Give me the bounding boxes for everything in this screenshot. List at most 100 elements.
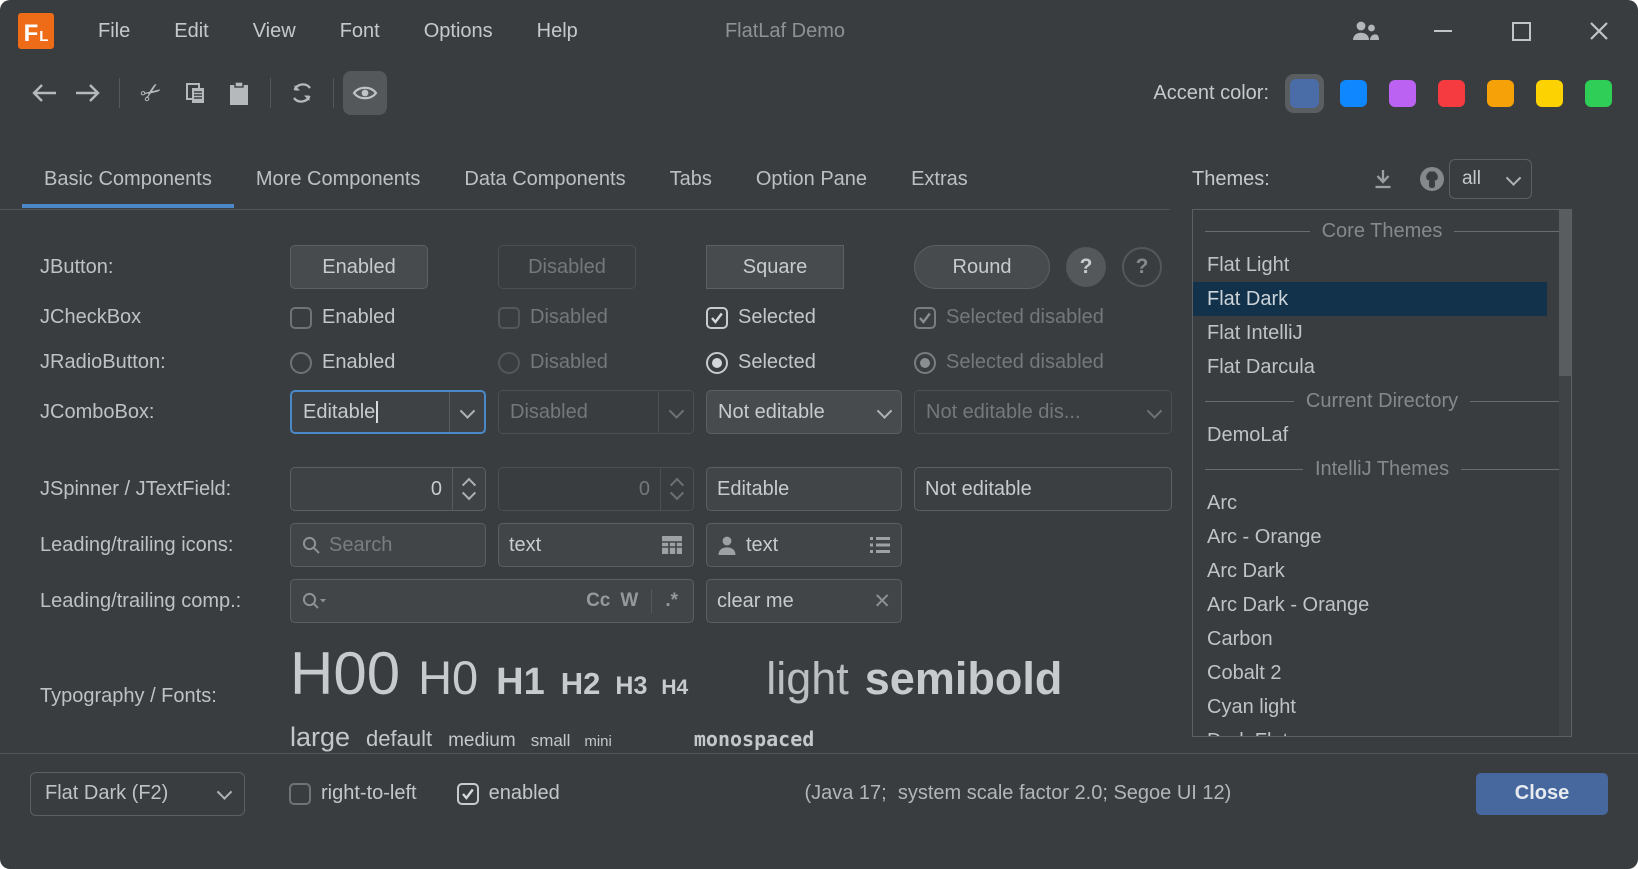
jradiobutton-label: JRadioButton: xyxy=(40,351,290,374)
combobox-arrow-button[interactable] xyxy=(867,391,901,433)
tab-data-components[interactable]: Data Components xyxy=(442,150,647,208)
accent-swatch-yellow[interactable] xyxy=(1536,80,1563,107)
radio-selected[interactable]: Selected xyxy=(706,351,902,374)
spinner[interactable]: 0 xyxy=(290,467,486,511)
accent-swatch-green[interactable] xyxy=(1585,80,1612,107)
download-themes-button[interactable] xyxy=(1366,159,1401,199)
show-hidden-toggle-button[interactable] xyxy=(343,71,387,115)
theme-item-arc-dark[interactable]: Arc Dark xyxy=(1193,554,1547,588)
theme-item-flat-dark[interactable]: Flat Dark xyxy=(1193,282,1547,316)
accent-swatch-color xyxy=(1438,80,1465,107)
tab-extras[interactable]: Extras xyxy=(889,150,990,208)
match-case-button[interactable]: Cc xyxy=(586,590,610,612)
themes-header: Themes: all xyxy=(1192,152,1572,206)
accent-swatch-red[interactable] xyxy=(1438,80,1465,107)
clear-icon[interactable]: ✕ xyxy=(873,589,891,614)
themes-label: Themes: xyxy=(1192,168,1270,191)
theme-item-cobalt-2[interactable]: Cobalt 2 xyxy=(1193,656,1547,690)
radio-enabled[interactable]: Enabled xyxy=(290,351,486,374)
menu-help[interactable]: Help xyxy=(515,0,600,62)
spinner-buttons[interactable] xyxy=(452,468,485,510)
back-button[interactable] xyxy=(22,71,66,115)
spinner-down-icon xyxy=(462,486,476,500)
enabled-button[interactable]: Enabled xyxy=(290,245,428,289)
jspinner-row: JSpinner / JTextField: 0 0 xyxy=(40,467,1190,511)
themes-filter-value: all xyxy=(1462,168,1481,190)
combobox-arrow-button xyxy=(1137,391,1171,433)
disabled-button: Disabled xyxy=(498,245,636,289)
round-button[interactable]: Round xyxy=(914,245,1050,289)
refresh-button[interactable] xyxy=(280,71,324,115)
themes-filter-combobox[interactable]: all xyxy=(1449,159,1532,199)
h4-sample: H4 xyxy=(661,676,688,700)
menu-file[interactable]: File xyxy=(76,0,152,62)
accent-swatch-blue[interactable] xyxy=(1340,80,1367,107)
whole-word-button[interactable]: W xyxy=(620,590,638,612)
search-icon xyxy=(301,535,321,555)
theme-item-dark-flat[interactable]: Dark Flat xyxy=(1193,724,1547,737)
theme-item-demolaf[interactable]: DemoLaf xyxy=(1193,418,1547,452)
theme-item-flat-intellij[interactable]: Flat IntelliJ xyxy=(1193,316,1547,350)
tab-option-pane[interactable]: Option Pane xyxy=(734,150,889,208)
radio-selected-disabled: Selected disabled xyxy=(914,351,1172,374)
right-to-left-checkbox[interactable]: right-to-left xyxy=(289,782,417,805)
close-button[interactable]: Close xyxy=(1476,773,1608,815)
regex-button[interactable]: .* xyxy=(665,590,678,612)
not-editable-combobox[interactable]: Not editable xyxy=(706,390,902,434)
look-and-feel-combobox[interactable]: Flat Dark (F2) xyxy=(30,772,245,816)
paste-button[interactable] xyxy=(217,71,261,115)
theme-item-arc-orange[interactable]: Arc - Orange xyxy=(1193,520,1547,554)
combobox-arrow-button[interactable] xyxy=(449,392,484,432)
accent-swatch-color xyxy=(1585,80,1612,107)
editable-textfield[interactable]: Editable xyxy=(706,467,902,511)
close-window-button[interactable] xyxy=(1560,0,1638,62)
title-bar: F L File Edit View Font Options Help Fla… xyxy=(0,0,1638,62)
checkbox-selected[interactable]: Selected xyxy=(706,306,902,329)
checkbox-enabled[interactable]: Enabled xyxy=(290,306,486,329)
accent-swatch-purple[interactable] xyxy=(1389,80,1416,107)
typography-label: Typography / Fonts: xyxy=(40,685,290,708)
accent-swatch-orange[interactable] xyxy=(1487,80,1514,107)
square-button[interactable]: Square xyxy=(706,245,844,289)
themes-scrollbar-thumb[interactable] xyxy=(1559,210,1571,376)
search-with-options-field[interactable]: Cc W .* xyxy=(290,579,694,623)
search-field[interactable] xyxy=(290,523,486,567)
accent-swatch-default[interactable] xyxy=(1285,74,1324,113)
search-input[interactable] xyxy=(329,534,475,557)
disabled-combobox: Disabled xyxy=(498,390,694,434)
theme-item-carbon[interactable]: Carbon xyxy=(1193,622,1547,656)
tab-basic-components[interactable]: Basic Components xyxy=(22,150,234,208)
menu-edit[interactable]: Edit xyxy=(152,0,230,62)
menu-font[interactable]: Font xyxy=(318,0,402,62)
cut-button[interactable]: ✂ xyxy=(129,71,173,115)
clear-me-field[interactable]: clear me ✕ xyxy=(706,579,902,623)
chevron-down-icon xyxy=(668,403,684,419)
table-icon[interactable] xyxy=(661,535,683,555)
tab-tabs[interactable]: Tabs xyxy=(648,150,734,208)
maximize-button[interactable] xyxy=(1482,0,1560,62)
forward-button[interactable] xyxy=(66,71,110,115)
theme-item-arc-dark-orange[interactable]: Arc Dark - Orange xyxy=(1193,588,1547,622)
github-button[interactable] xyxy=(1414,159,1449,199)
list-icon[interactable] xyxy=(869,536,891,554)
menu-view[interactable]: View xyxy=(231,0,318,62)
enabled-checkbox[interactable]: enabled xyxy=(457,782,560,805)
theme-item-flat-darcula[interactable]: Flat Darcula xyxy=(1193,350,1547,384)
editable-combobox[interactable]: Editable xyxy=(290,390,486,434)
monospaced-sample: monospaced xyxy=(694,727,814,751)
minimize-button[interactable] xyxy=(1404,0,1482,62)
themes-scrollbar[interactable] xyxy=(1559,210,1571,736)
search-dropdown-icon[interactable] xyxy=(301,591,329,611)
theme-item-flat-light[interactable]: Flat Light xyxy=(1193,248,1547,282)
themes-list: Core Themes Flat Light Flat Dark Flat In… xyxy=(1192,209,1572,737)
copy-button[interactable] xyxy=(173,71,217,115)
help-button[interactable]: ? xyxy=(1066,247,1106,287)
menu-options[interactable]: Options xyxy=(402,0,515,62)
users-button[interactable] xyxy=(1326,0,1404,62)
theme-item-arc[interactable]: Arc xyxy=(1193,486,1547,520)
theme-item-cyan-light[interactable]: Cyan light xyxy=(1193,690,1547,724)
jcombobox-row: JComboBox: Editable Disabled Not editabl… xyxy=(40,390,1190,434)
text-field-user-list[interactable]: text xyxy=(706,523,902,567)
text-field-table[interactable]: text xyxy=(498,523,694,567)
tab-more-components[interactable]: More Components xyxy=(234,150,443,208)
